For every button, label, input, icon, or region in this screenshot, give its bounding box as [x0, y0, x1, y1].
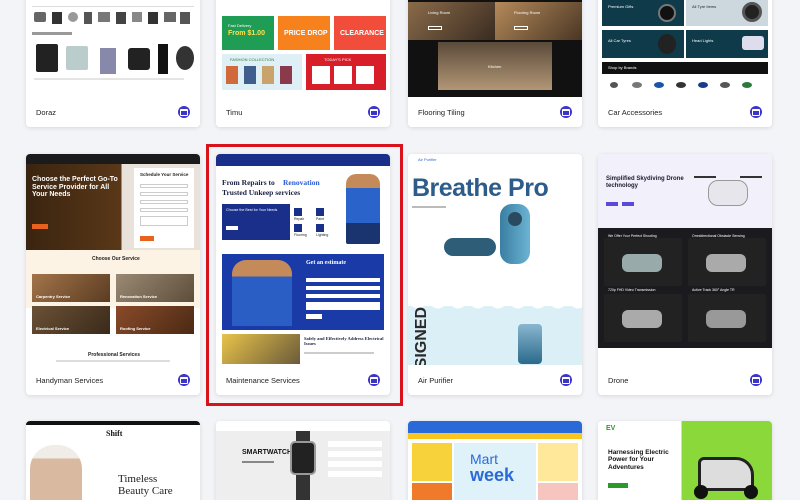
- template-thumbnail[interactable]: Simplified Skydiving Drone technology We…: [598, 154, 772, 366]
- icon-lighting: Lighting: [316, 233, 329, 237]
- icon-flooring: Flooring: [294, 233, 307, 237]
- promo-price-drop: PRICE DROP: [284, 30, 328, 37]
- promo-premium-gifts: Premium Gifts: [608, 4, 634, 9]
- promo-price: From $1.00: [228, 30, 265, 37]
- template-thumbnail[interactable]: Mart week: [408, 421, 582, 500]
- template-card-beauty[interactable]: Shift Timeless Beauty Care: [26, 421, 200, 500]
- template-thumbnail[interactable]: Choose the Perfect Go-To Service Provide…: [26, 154, 200, 366]
- template-card-mart[interactable]: Mart week: [408, 421, 582, 500]
- room-kitchen: Kitchen: [488, 64, 502, 69]
- box-title: Choose the Best for Your Needs: [226, 208, 278, 212]
- hero-title: Simplified Skydiving Drone technology: [606, 176, 684, 189]
- template-name: Flooring Tiling: [418, 107, 465, 117]
- hero-title-c: Trusted Unkeep services: [222, 188, 301, 197]
- bottom-title: Professional Services: [88, 352, 140, 358]
- room-living: Living Room: [428, 10, 451, 15]
- crown-icon: [368, 106, 380, 118]
- template-name: Drone: [608, 375, 629, 385]
- crown-icon: [750, 106, 762, 118]
- hero-title-1: Timeless: [118, 473, 158, 485]
- form-title: Schedule Your Service: [140, 172, 189, 177]
- template-name: Timu: [226, 107, 243, 117]
- hero-title-b: Renovation: [283, 178, 320, 187]
- template-name: Air Purifier: [418, 375, 454, 385]
- model-image: [30, 445, 82, 500]
- crown-icon: [560, 106, 572, 118]
- hero-title: Choose the Perfect Go-To Service Provide…: [32, 176, 118, 199]
- template-card-maintenance-services[interactable]: From Repairs to Renovation Trusted Unkee…: [216, 154, 390, 395]
- template-thumbnail[interactable]: From Repairs to Renovation Trusted Unkee…: [216, 154, 390, 366]
- template-gallery: Doraz Fast Delivery From $1.00 PRICE DRO…: [0, 0, 800, 500]
- hero-title-2: Beauty Care: [118, 485, 173, 497]
- promo-fast-delivery: Fast Delivery: [228, 23, 252, 28]
- hero-title: Harnessing Electric Power for Your Adven…: [608, 449, 669, 471]
- drone-image: [708, 180, 748, 206]
- promo-todays-pick: TODAY'S PICK: [324, 57, 352, 62]
- side-text: ESIGNED: [413, 306, 431, 366]
- template-name: Handyman Services: [36, 375, 104, 385]
- template-card-air-purifier[interactable]: Air Purifier Breathe Pro ESIGNED Air Pur…: [408, 154, 582, 395]
- promo-clearance: CLEARANCE: [340, 30, 384, 37]
- hero-title: Breathe Pro: [412, 174, 549, 202]
- worker-image: [346, 174, 380, 244]
- brands-title: Shop by Brands: [608, 65, 637, 70]
- template-name: Maintenance Services: [226, 375, 300, 385]
- template-card-car-accessories[interactable]: Premium Gifts All Tyre Items All Car Tyr…: [598, 0, 772, 127]
- promo-car-tyres: All Car Tyres: [608, 38, 631, 43]
- crown-icon: [560, 374, 572, 386]
- template-card-drone[interactable]: Simplified Skydiving Drone technology We…: [598, 154, 772, 395]
- crown-icon: [178, 374, 190, 386]
- promo-tyre-items: All Tyre Items: [692, 4, 717, 9]
- icon-repair: Repair: [294, 217, 305, 221]
- estimate-title: Get an estimate: [306, 260, 346, 266]
- brand-logo: Air Purifier: [418, 157, 437, 162]
- crown-icon: [368, 374, 380, 386]
- template-card-ev[interactable]: EV Harnessing Electric Power for Your Ad…: [598, 421, 772, 500]
- template-card-handyman-services[interactable]: Choose the Perfect Go-To Service Provide…: [26, 154, 200, 395]
- template-thumbnail[interactable]: Air Purifier Breathe Pro ESIGNED: [408, 154, 582, 366]
- template-card-flooring-tiling[interactable]: Living Room Flooring Room Kitchen Floori…: [408, 0, 582, 127]
- template-thumbnail[interactable]: SMARTWATCH: [216, 421, 390, 500]
- template-thumbnail[interactable]: EV Harnessing Electric Power for Your Ad…: [598, 421, 772, 500]
- template-name: Doraz: [36, 107, 57, 117]
- template-card-smartwatch[interactable]: SMARTWATCH: [216, 421, 390, 500]
- hero-title: SMARTWATCH: [242, 449, 293, 456]
- service-carpentry: Carpentry Service: [36, 294, 71, 299]
- template-thumbnail[interactable]: Living Room Flooring Room Kitchen: [408, 0, 582, 97]
- crown-icon: [750, 374, 762, 386]
- icon-paint: Paint: [316, 217, 324, 221]
- template-thumbnail[interactable]: Fast Delivery From $1.00 PRICE DROP CLEA…: [216, 0, 390, 97]
- hero-title-2: week: [470, 465, 515, 485]
- crown-icon: [178, 106, 190, 118]
- template-thumbnail[interactable]: Shift Timeless Beauty Care: [26, 421, 200, 500]
- service-roofing: Roofing Service: [120, 326, 151, 331]
- worker-image-2: [232, 260, 292, 326]
- cell-active-track: Active Track 360° Angle TR: [692, 288, 735, 292]
- brand-logo: EV: [606, 425, 616, 432]
- watch-image: [290, 441, 316, 475]
- room-flooring: Flooring Room: [514, 10, 541, 15]
- template-thumbnail[interactable]: Premium Gifts All Tyre Items All Car Tyr…: [598, 0, 772, 97]
- promo-fashion: FASHION COLLECTION: [230, 57, 275, 62]
- template-thumbnail[interactable]: [26, 0, 200, 97]
- cell-video-transmission: 720p FHD Video Transmission: [608, 288, 656, 292]
- template-name: Car Accessories: [608, 107, 663, 117]
- service-electrical: Electrical Service: [36, 326, 70, 331]
- hero-title-a: From Repairs to: [222, 178, 275, 187]
- template-card-doraz[interactable]: Doraz: [26, 0, 200, 127]
- service-renovation: Renovation Service: [120, 294, 158, 299]
- template-card-timu[interactable]: Fast Delivery From $1.00 PRICE DROP CLEA…: [216, 0, 390, 127]
- brand-logo: Shift: [106, 429, 123, 438]
- section-title: Choose Our Service: [92, 256, 140, 262]
- promo-head-lights: Head Lights: [692, 38, 714, 43]
- bottom-title: Safely and Effectively Address Electrica…: [304, 336, 384, 347]
